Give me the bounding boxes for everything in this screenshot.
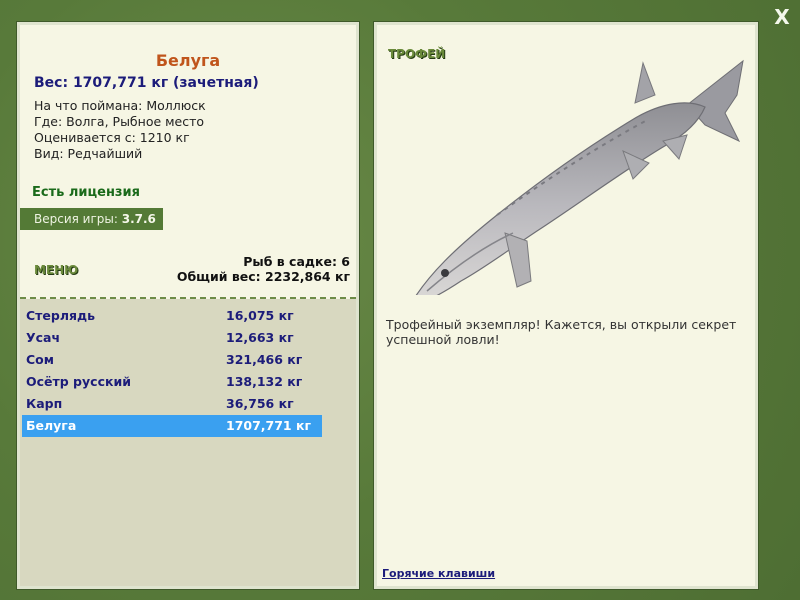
version-value: 3.7.6 [121,212,156,226]
caught-where: Где: Волга, Рыбное место [34,114,205,129]
fish-name: Карп [26,396,63,411]
total-weight: Общий вес: 2232,864 кг [176,269,350,284]
list-item[interactable]: Усач 12,663 кг [22,327,322,349]
fish-weight-cell: 36,756 кг [226,396,294,411]
fish-weight-cell: 1707,771 кг [226,418,311,433]
fish-weight-cell: 16,075 кг [226,308,294,323]
list-item[interactable]: Осётр русский 138,132 кг [22,371,322,393]
fish-name: Стерлядь [26,308,96,323]
rated-from: Оценивается с: 1210 кг [34,130,190,145]
fish-title: Белуга [155,51,221,70]
list-item[interactable]: Сом 321,466 кг [22,349,322,371]
catch-panel: Белуга Вес: 1707,771 кг (зачетная) На чт… [16,21,360,590]
cage-stats: Рыб в садке: 6 Общий вес: 2232,864 кг [177,254,350,284]
list-item[interactable]: Стерлядь 16,075 кг [22,305,322,327]
fish-name: Осётр русский [26,374,131,389]
fish-weight-cell: 138,132 кг [226,374,303,389]
caught-on: На что поймана: Моллюск [34,98,206,113]
license-status: Есть лицензия [32,185,140,200]
species-rarity: Вид: Редчайший [34,146,143,161]
fish-list: Стерлядь 16,075 кг Усач 12,663 кг Сом 32… [22,305,322,437]
fish-name: Белуга [26,418,77,433]
fish-name: Усач [26,330,61,345]
beluga-fish-image [415,59,744,295]
fish-weight-cell: 12,663 кг [226,330,294,345]
fish-weight: Вес: 1707,771 кг (зачетная) [34,75,259,91]
trophy-message: Трофейный экземпляр! Кажется, вы открыли… [386,317,737,347]
trophy-panel: ТРОФЕЙ Трофейный экземпляр! Кажется, вы … [373,21,759,590]
hotkeys-link[interactable]: Горячие клавиши [382,567,495,580]
fish-info-area: Белуга Вес: 1707,771 кг (зачетная) На чт… [20,25,356,299]
close-button[interactable]: X [770,6,794,30]
version-bar: Версия игры: 3.7.6 [20,208,163,230]
fish-count: Рыб в садке: 6 [243,254,350,269]
fish-weight-cell: 321,466 кг [226,352,303,367]
version-label: Версия игры: [34,212,118,226]
menu-button[interactable]: МЕНЮ [34,263,78,277]
list-item[interactable]: Карп 36,756 кг [22,393,322,415]
fish-name: Сом [26,352,54,367]
list-item-selected[interactable]: Белуга 1707,771 кг [22,415,322,437]
